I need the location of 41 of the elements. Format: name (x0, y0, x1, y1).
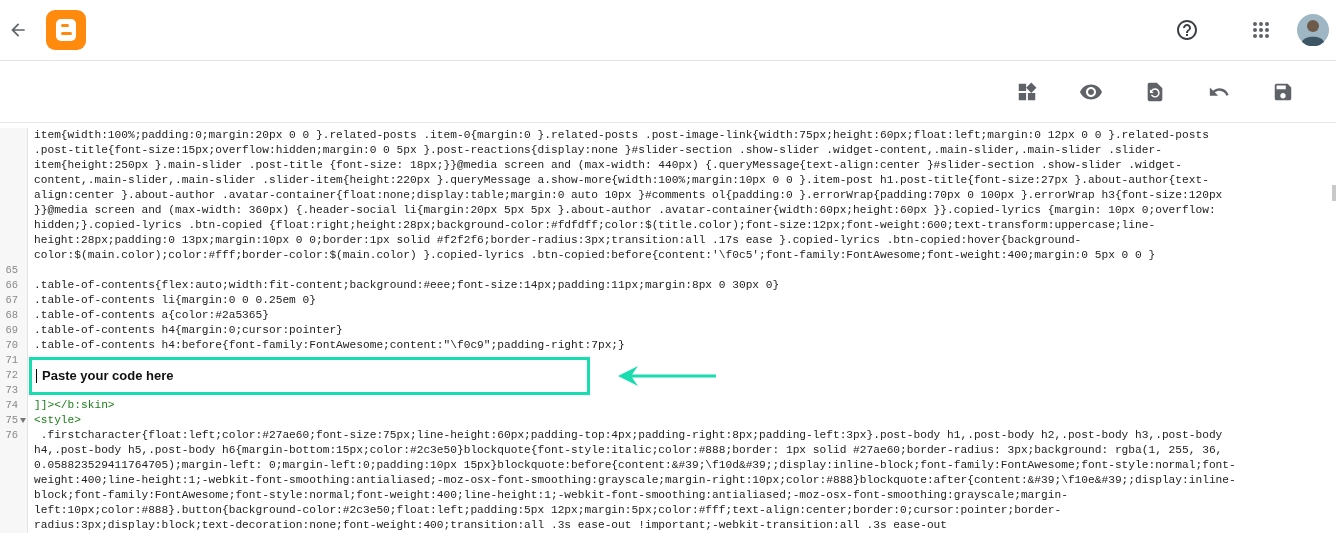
line-number: 71 (5, 353, 18, 368)
code-line: .table-of-contents{flex:auto;width:fit-content;background:#eee;font-size:14px;padding:11px;margin:8px 0 30px 0} (34, 278, 780, 293)
code-line: <style> (34, 413, 81, 428)
line-number: 65 (5, 263, 18, 278)
line-number: 70 (5, 338, 18, 353)
fold-arrow-icon[interactable] (20, 418, 26, 423)
line-number: 74 (5, 398, 18, 413)
code-line: align:center }.about-author .avatar-container{float:none;display:table;margin:0 auto 10px }#comments ol{padding:0 }.errorWrap{padding:70px 0 100px }.errorWrap h3{font-size:120px (34, 188, 1223, 203)
line-number: 73 (5, 383, 18, 398)
code-line: item{height:250px }.main-slider .post-title {font-size: 18px;}}@media screen and (max-width: 440px) {.queryMessage{text-align:center }#slider-section .show-slider .widget- (34, 158, 1183, 173)
line-number: 66 (5, 278, 18, 293)
code-line: item{width:100%;padding:0;margin:20px 0 0 }.related-posts .item-0{margin:0 }.related-posts .post-image-link{width:75px;height:60px;float:left;margin:0 12px 0 0 }.related-posts (34, 128, 1209, 143)
code-line: left:10px;color:#888}.button{background-color:#2c3e50;float:left;padding:5px 12px;margin:5px;color:#fff;text-align:center;border:0;cursor:pointer;border- (34, 503, 1062, 518)
code-line: .firstcharacter{float:left;color:#27ae60;font-size:75px;line-height:60px;padding-top:4px;padding-right:8px;padding-left:3px}.post-body h1,.post-body h2,.post-body h3,.post-body (39, 428, 1223, 443)
text-cursor (36, 368, 37, 383)
line-number: 76 (5, 428, 18, 443)
line-number: 67 (5, 293, 18, 308)
line-number: 69 (5, 323, 18, 338)
code-line: 0.058823529411764705);margin-left: 0;margin-left:0;padding:10px 15px}blockquote:before{content:&#39;\f10d&#39;;display:inline-block;font-family:FontAwesome;font-style:normal;font- (34, 458, 1236, 473)
code-line: weight:400;line-height:1;-webkit-font-smoothing:antialiased;-moz-osx-font-smoothing:grayscale;margin-right:10px;color:#888}blockquote:after{content:&#39;\f10e&#39;;display:inline- (34, 473, 1236, 488)
code-line: .table-of-contents h4{margin:0;cursor:pointer} (34, 323, 343, 338)
code-line: radius:3px;display:block;text-decoration:none;font-weight:400;transition:all .3s ease-out !important;-webkit-transition:all .3s ease-out (34, 518, 948, 533)
scrollbar-thumb[interactable] (1332, 185, 1336, 201)
code-line: }}@media screen and (max-width: 360px) {.header-social li{margin:20px 5px 5px }.about-author .avatar-container{width:60px;height:60px }}.copied-lyrics {margin: 10px 0;overflow: (34, 203, 1216, 218)
code-line: hidden;}.copied-lyrics .btn-copied {float:right;height:28px;background-color:#fdfdff;color:$(title.color);font-size:12px;font-weight:600;text-transform:uppercase;line- (34, 218, 1156, 233)
help-icon[interactable] (1175, 18, 1199, 42)
avatar[interactable] (1297, 14, 1329, 46)
paste-code-label: Paste your code here (42, 368, 174, 383)
code-line: .post-title{font-size:15px;overflow:hidden;margin:0 0 5px }.post-reactions{display:none }#slider-section .show-slider .widget-content,.main-slider,.main-slider .slider- (34, 143, 1162, 158)
code-line: block;font-family:FontAwesome;font-style:normal;font-weight:400;line-height:1;-webkit-font-smoothing:antialiased;-moz-osx-font-smoothing:grayscale;margin- (34, 488, 1068, 503)
line-number: 68 (5, 308, 18, 323)
line-number: 72 (5, 368, 18, 383)
line-number: 75 (5, 413, 18, 428)
code-line: .table-of-contents li{margin:0 0 0.25em 0} (34, 293, 316, 308)
code-line: h4,.post-body h5,.post-body h6{margin-bottom:15px;color:#2c3e50}blockquote{font-style:italic;color:#888;border: 1px solid #27ae60;border-radius: 3px;background: rgba(1, 255, 36, (34, 443, 1223, 458)
code-line: .table-of-contents h4:before{font-family:FontAwesome;content:"\f0c9";padding-right:7px;} (34, 338, 625, 353)
code-line: .table-of-contents a{color:#2a5365} (34, 308, 269, 323)
code-line: ]]></b:skin> (34, 398, 115, 413)
code-line: color:$(main.color);color:#fff;border-color:$(main.color) }.copied-lyrics .btn-copied:before{content:'\f0c5';font-family:FontAwesome;font-weight:400;margin:0 5px 0 0 } (34, 248, 1156, 263)
code-line: content,.main-slider,.main-slider .slider-item{height:220px }.queryMessage a.show-more{width:100%;margin:10px 0 0 }.item-post h1.post-title{font-size:27px }.about-author{text- (34, 173, 1209, 188)
code-line: height:28px;padding:0 13px;margin:10px 0 0;border:1px solid #f2f2f6;border-radius:3px;transition:all .17s ease }.copied-lyrics .btn-copied:hover{background- (34, 233, 1082, 248)
